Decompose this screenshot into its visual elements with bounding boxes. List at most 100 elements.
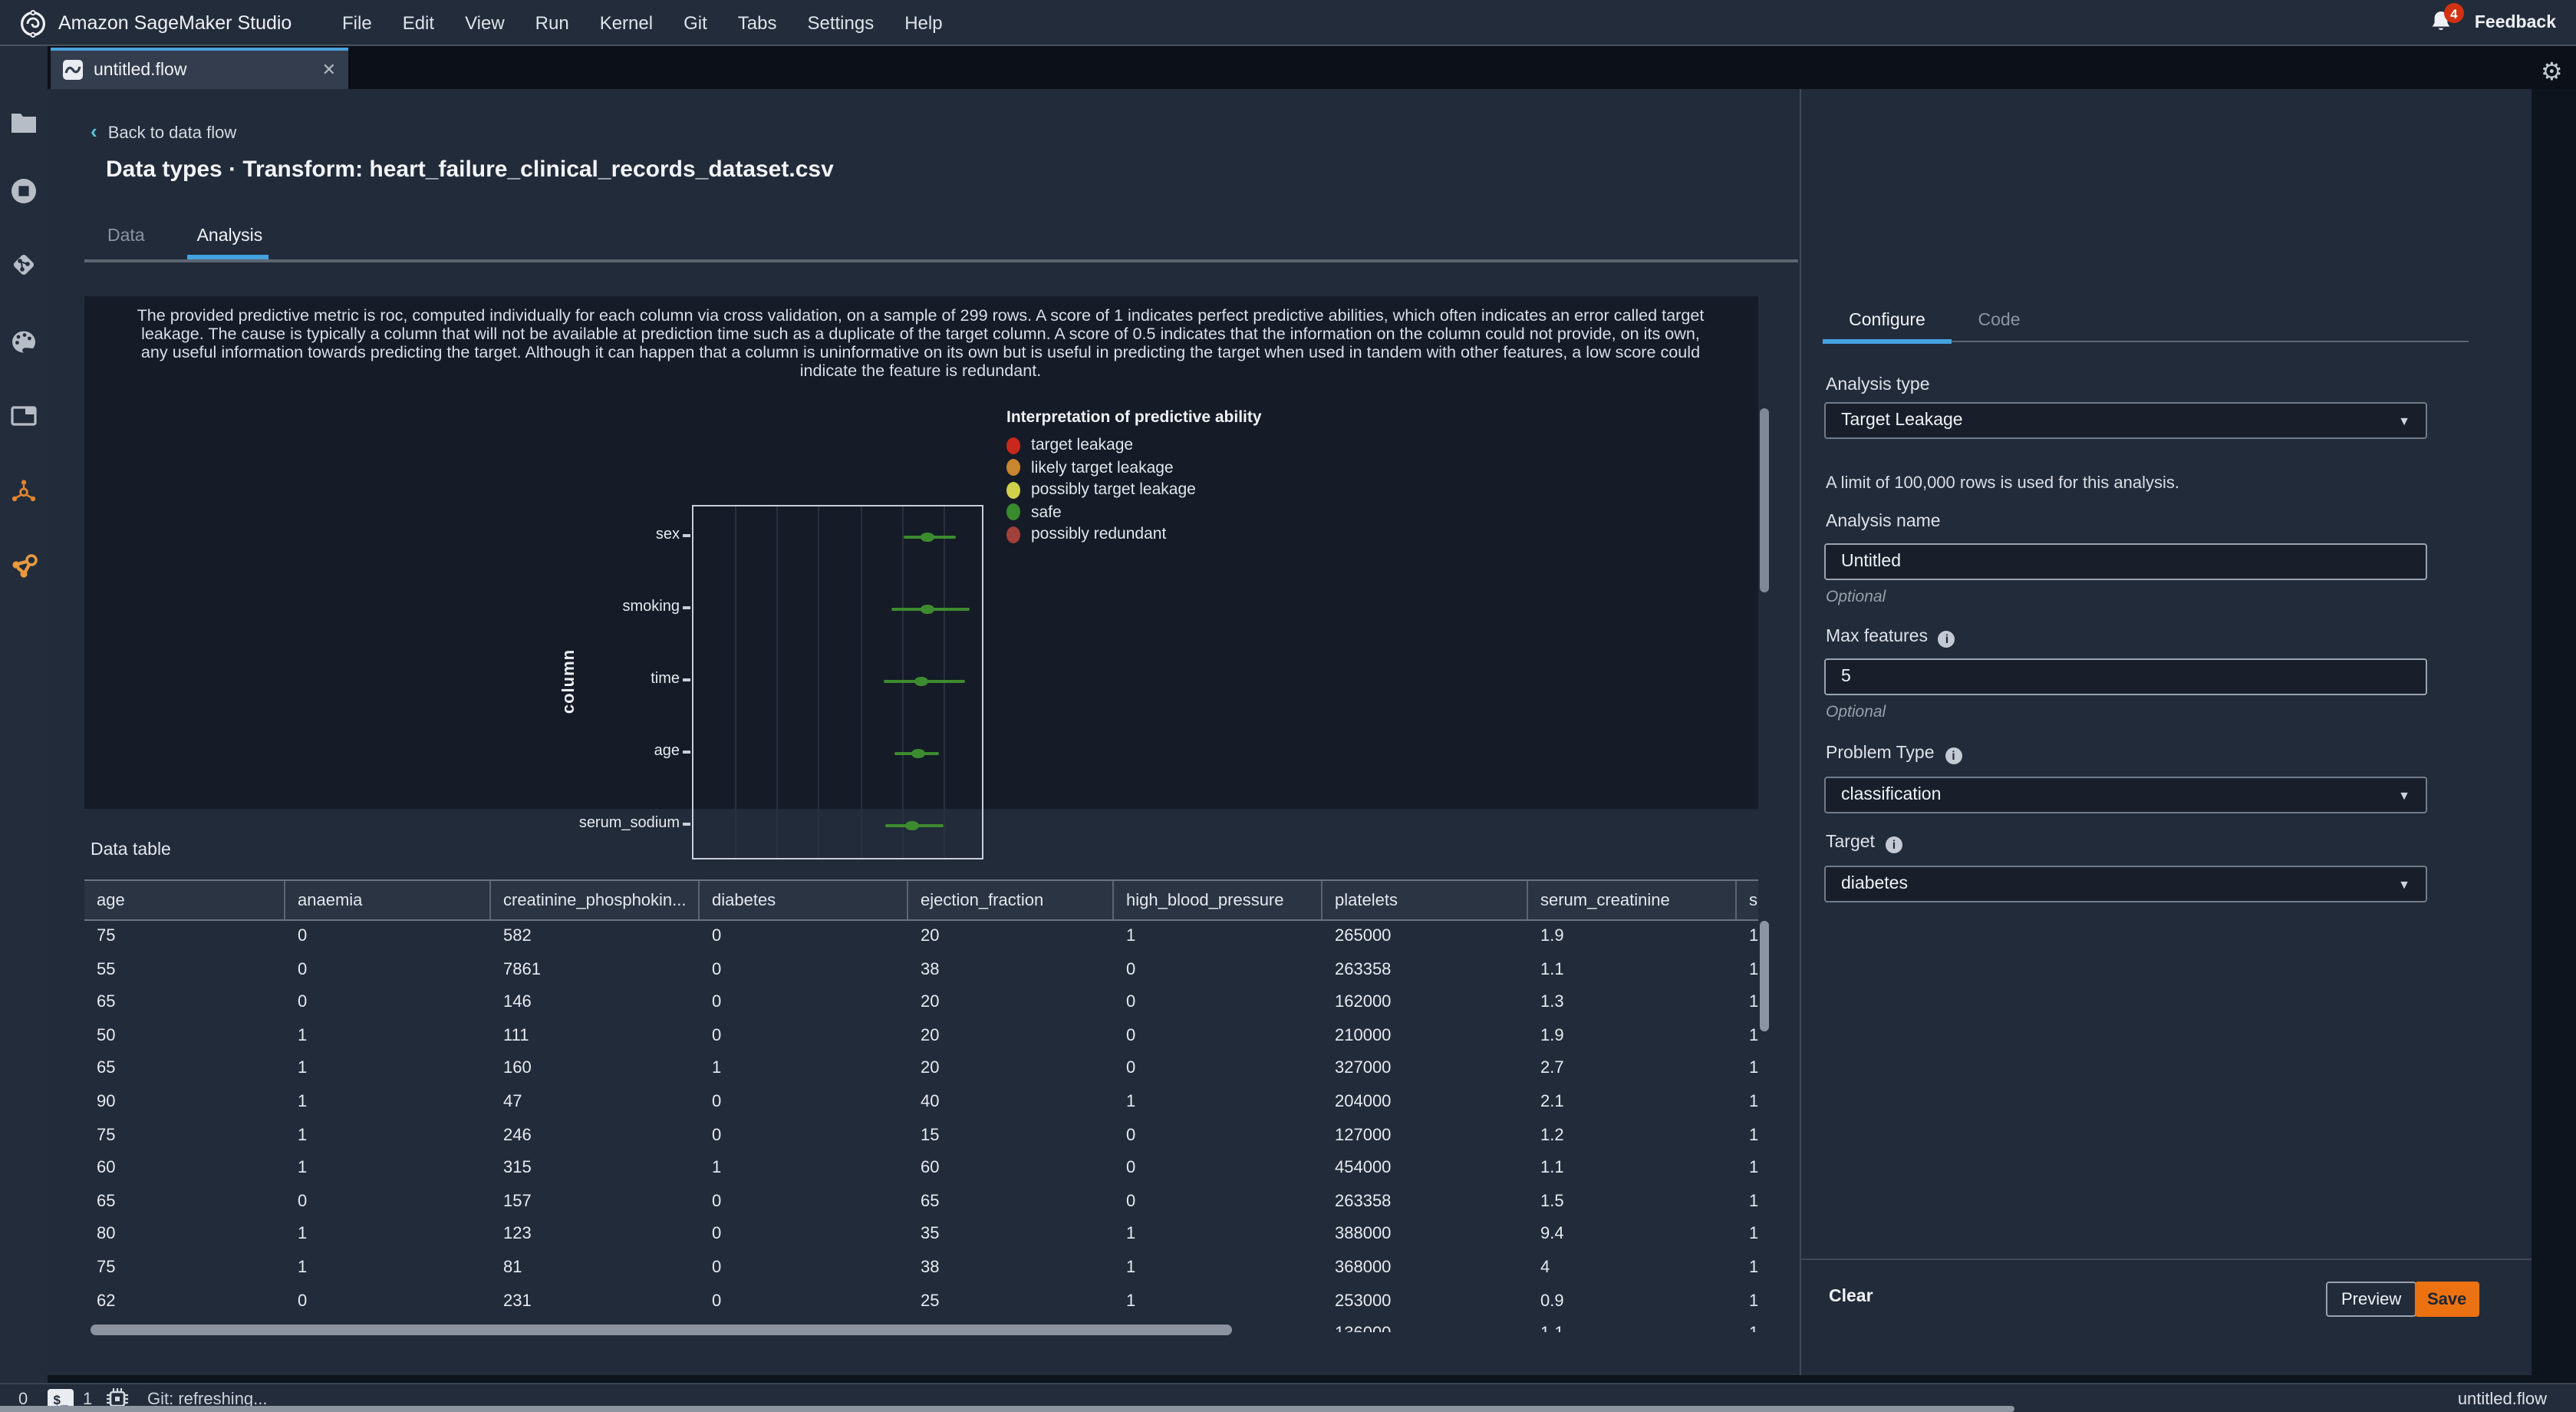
panel-scrollbar-thumb[interactable] bbox=[1759, 408, 1769, 592]
feedback-link[interactable]: Feedback bbox=[2475, 14, 2556, 32]
chevron-down-icon: ▼ bbox=[2398, 788, 2410, 802]
bottom-scrollbar[interactable] bbox=[0, 1405, 2014, 1412]
data-point-sex bbox=[920, 532, 934, 543]
save-button[interactable]: Save bbox=[2415, 1282, 2479, 1317]
tab-code[interactable]: Code bbox=[1961, 312, 2037, 330]
commands-palette-icon[interactable] bbox=[0, 328, 48, 356]
back-to-data-flow-link[interactable]: ‹ Back to data flow bbox=[91, 120, 236, 143]
table-cell: 263358 bbox=[1335, 960, 1392, 979]
optional-hint-2: Optional bbox=[1826, 703, 1886, 721]
table-cell: 246 bbox=[503, 1126, 532, 1145]
menu-item-run[interactable]: Run bbox=[535, 12, 569, 34]
table-cell: 4 bbox=[1540, 1258, 1550, 1277]
table-cell: 15 bbox=[921, 1126, 940, 1145]
table-cell: 1.2 bbox=[1540, 1126, 1564, 1145]
table-cell: 65 bbox=[97, 1059, 116, 1078]
active-tab-underline bbox=[187, 255, 268, 259]
menubar-items: File Edit View Run Kernel Git Tabs Settings Help bbox=[342, 0, 943, 46]
info-icon[interactable]: i bbox=[1885, 836, 1902, 853]
menu-item-kernel[interactable]: Kernel bbox=[600, 12, 653, 34]
preview-button[interactable]: Preview bbox=[2326, 1282, 2417, 1317]
tab-title: untitled.flow bbox=[94, 61, 187, 79]
table-cell: 388000 bbox=[1335, 1225, 1392, 1244]
table-cell: 1 bbox=[1749, 1059, 1758, 1078]
clear-button[interactable]: Clear bbox=[1829, 1288, 1873, 1306]
table-cell: 210000 bbox=[1335, 1026, 1392, 1045]
tab-data[interactable]: Data bbox=[107, 227, 145, 246]
table-cell: 1.5 bbox=[1540, 1192, 1564, 1211]
table-cell: 65 bbox=[97, 993, 116, 1012]
info-icon[interactable]: i bbox=[1945, 747, 1962, 764]
table-cell: 1 bbox=[1737, 1318, 1758, 1332]
activity-sidebar bbox=[0, 46, 48, 1412]
menu-item-edit[interactable]: Edit bbox=[403, 12, 434, 34]
menu-item-settings[interactable]: Settings bbox=[807, 12, 874, 34]
legend-swatch bbox=[1006, 437, 1020, 454]
problem-type-dropdown[interactable]: classification ▼ bbox=[1824, 777, 2427, 813]
category-label-time: time bbox=[651, 671, 680, 688]
table-cell: 582 bbox=[503, 927, 532, 945]
table-cell: 1 bbox=[1126, 1092, 1136, 1111]
table-cell: 38 bbox=[921, 960, 940, 979]
tab-untitled-flow[interactable]: untitled.flow ✕ bbox=[51, 48, 348, 89]
table-cell: 1 bbox=[1749, 1126, 1758, 1145]
analysis-type-dropdown[interactable]: Target Leakage ▼ bbox=[1824, 402, 2427, 439]
table-cell: 0 bbox=[1126, 1126, 1136, 1145]
running-terminals-icon[interactable] bbox=[0, 176, 48, 204]
git-icon[interactable] bbox=[0, 250, 48, 278]
file-browser-icon[interactable] bbox=[0, 107, 48, 135]
configure-tab-underline bbox=[1823, 339, 1952, 343]
table-vertical-scrollbar-thumb[interactable] bbox=[1759, 921, 1769, 1031]
table-cell: 1.9 bbox=[1540, 1026, 1564, 1045]
analysis-name-input[interactable]: Untitled bbox=[1824, 543, 2427, 580]
legend-item: likely target leakage bbox=[1006, 457, 1262, 479]
max-features-input[interactable]: 5 bbox=[1824, 658, 2427, 695]
table-cell: 20 bbox=[921, 1026, 940, 1045]
table-cell: 1 bbox=[298, 1225, 308, 1244]
menubar: Amazon SageMaker Studio File Edit View Run K… bbox=[0, 0, 2576, 46]
table-horizontal-scrollbar-thumb[interactable] bbox=[91, 1325, 1232, 1335]
tab-close-icon[interactable]: ✕ bbox=[322, 60, 336, 80]
table-cell: 80 bbox=[97, 1225, 116, 1244]
analysis-description: The provided predictive metric is roc, c… bbox=[137, 307, 1705, 381]
table-body: 75 0 582 0 20 1 265000 1.9 1 55 0 7861 0 38 0 263358 1.1… bbox=[84, 921, 1758, 1332]
panel-divider bbox=[1800, 89, 1801, 1375]
tab-configure[interactable]: Configure bbox=[1823, 312, 1952, 330]
table-cell: 1.1 bbox=[1528, 1318, 1737, 1332]
target-dropdown[interactable]: diabetes ▼ bbox=[1824, 866, 2427, 902]
table-cell: 60 bbox=[921, 1159, 940, 1178]
table-cell: 0 bbox=[1126, 1026, 1136, 1045]
category-label-sex: sex bbox=[655, 526, 680, 543]
column-header-age: age bbox=[84, 881, 285, 919]
analysis-result-panel: The provided predictive metric is roc, c… bbox=[84, 296, 1758, 859]
open-tabs-icon[interactable] bbox=[0, 402, 48, 430]
menu-item-help[interactable]: Help bbox=[904, 12, 942, 34]
settings-gear-icon[interactable]: ⚙ bbox=[2541, 61, 2563, 86]
notifications-bell-icon[interactable]: 4 bbox=[2429, 3, 2464, 37]
menu-item-git[interactable]: Git bbox=[684, 12, 707, 34]
table-cell: 1.1 bbox=[1540, 960, 1564, 979]
legend-item: safe bbox=[1006, 501, 1262, 523]
table-cell: 1.1 bbox=[1540, 1159, 1564, 1178]
pipelines-icon[interactable] bbox=[0, 551, 48, 579]
table-cell: 81 bbox=[503, 1258, 522, 1277]
table-cell: 20 bbox=[921, 927, 940, 945]
experiments-icon[interactable] bbox=[0, 477, 48, 505]
table-cell: 1 bbox=[298, 1059, 308, 1078]
table-cell: 25 bbox=[921, 1292, 940, 1311]
menu-item-file[interactable]: File bbox=[342, 12, 372, 34]
table-cell: 0 bbox=[1126, 1059, 1136, 1078]
table-cell: 0 bbox=[298, 927, 308, 945]
tab-analysis[interactable]: Analysis bbox=[197, 227, 263, 246]
table-cell: 1 bbox=[1749, 1192, 1758, 1211]
table-cell: 253000 bbox=[1335, 1292, 1392, 1311]
legend-item: possibly target leakage bbox=[1006, 479, 1262, 501]
table-cell: 1.9 bbox=[1540, 927, 1564, 945]
table-cell: 1 bbox=[1749, 1258, 1758, 1277]
table-cell: 454000 bbox=[1335, 1159, 1392, 1178]
info-icon[interactable]: i bbox=[1938, 631, 1955, 648]
table-cell: 0 bbox=[1126, 1159, 1136, 1178]
table-cell: 7861 bbox=[503, 960, 541, 979]
menu-item-tabs[interactable]: Tabs bbox=[738, 12, 777, 34]
menu-item-view[interactable]: View bbox=[465, 12, 505, 34]
